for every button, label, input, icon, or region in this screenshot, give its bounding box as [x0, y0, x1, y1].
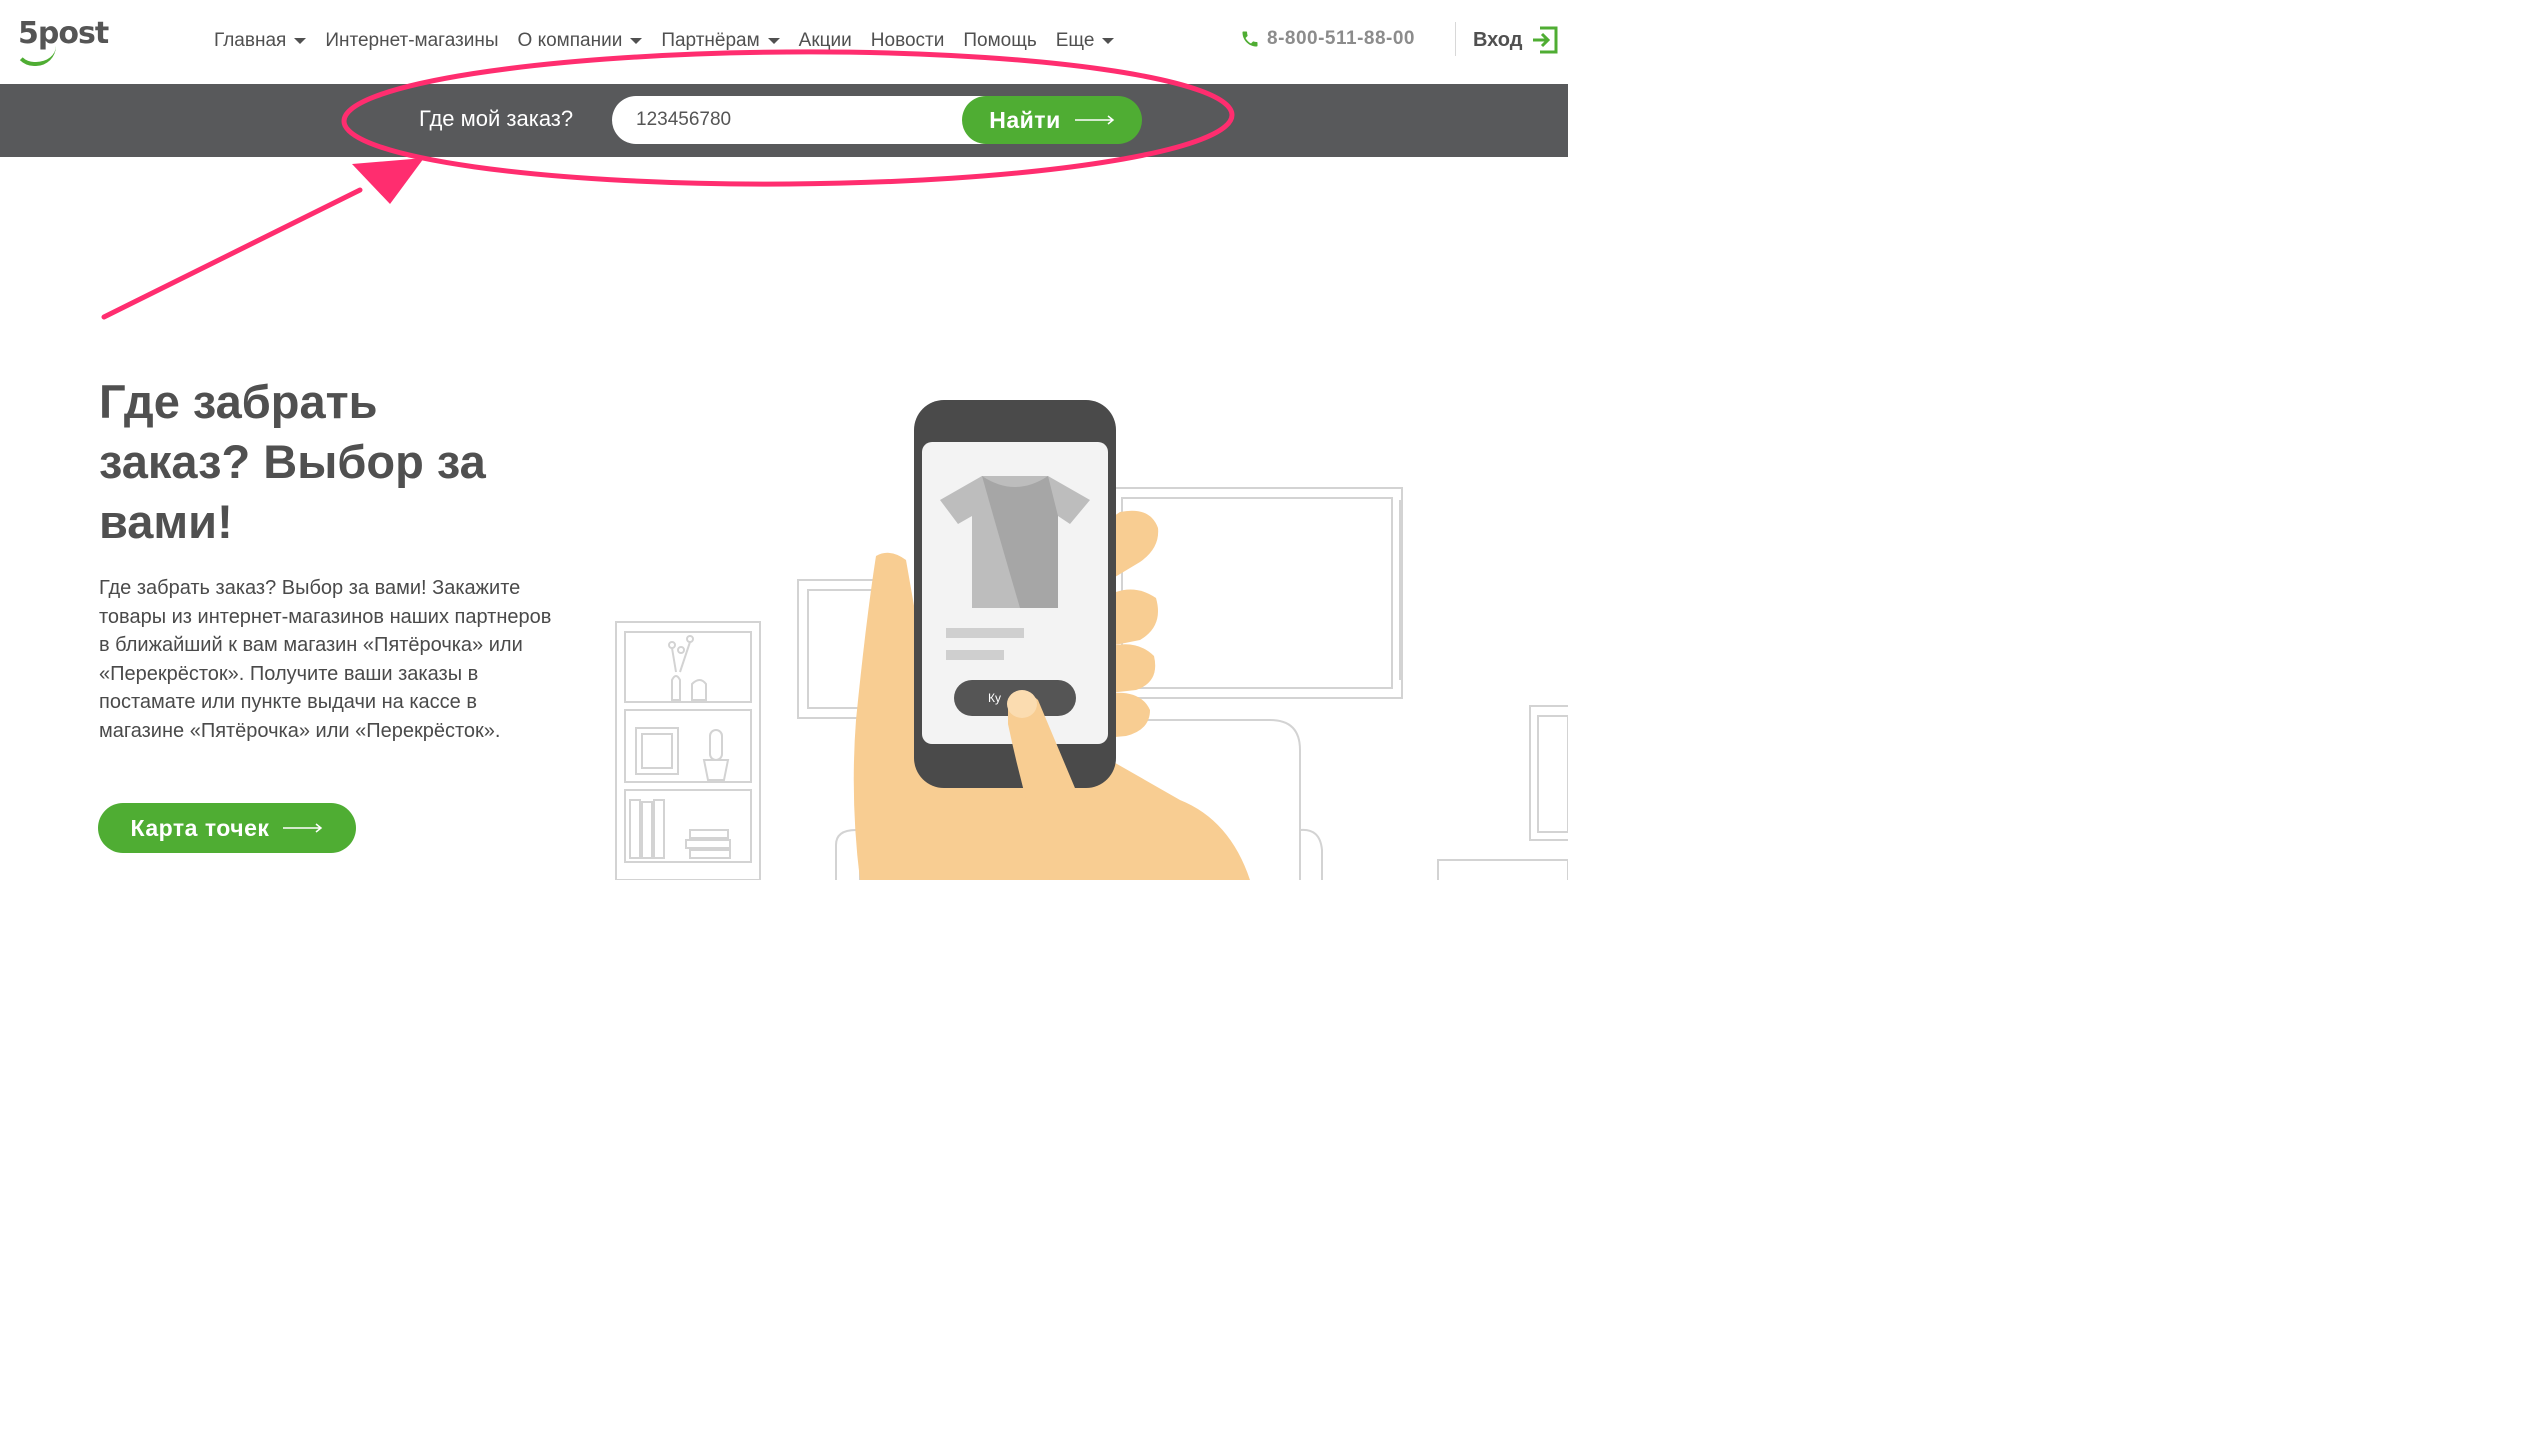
- hero-description: Где забрать заказ? Выбор за вами! Закажи…: [99, 577, 552, 742]
- chevron-down-icon: [767, 38, 780, 44]
- nav-item-label: Помощь: [963, 30, 1037, 51]
- nav-item-partners[interactable]: Партнёрам: [661, 30, 780, 52]
- hero-illustration: Ку: [615, 400, 1568, 880]
- nav-item-home[interactable]: Главная: [214, 30, 307, 52]
- phone-number: 8-800-511-88-00: [1267, 28, 1415, 49]
- map-button-label: Карта точек: [130, 814, 270, 841]
- annotation-arrow-head: [352, 158, 424, 204]
- nav-item-promos[interactable]: Акции: [799, 30, 852, 52]
- points-map-button[interactable]: Карта точек: [98, 803, 356, 853]
- nav-item-shops[interactable]: Интернет-магазины: [325, 30, 498, 52]
- logo[interactable]: 5post: [12, 16, 122, 68]
- tracking-label: Где мой заказ?: [419, 106, 574, 131]
- nav-item-label: Акции: [798, 30, 852, 51]
- nav-item-more[interactable]: Еще: [1056, 30, 1115, 52]
- phone-link[interactable]: 8-800-511-88-00: [1240, 28, 1415, 50]
- nav-item-help[interactable]: Помощь: [963, 30, 1036, 52]
- phone-screen-button-text: Ку: [988, 691, 1001, 705]
- nav-item-label: Интернет-магазины: [325, 30, 499, 51]
- nav-item-about[interactable]: О компании: [518, 30, 643, 52]
- arrow-right-icon: [1074, 115, 1114, 125]
- nav-item-label: Еще: [1055, 30, 1095, 51]
- find-button-label: Найти: [989, 106, 1061, 133]
- nav-item-label: О компании: [517, 30, 623, 51]
- login-button[interactable]: Вход: [1473, 26, 1558, 54]
- login-icon: [1533, 26, 1558, 54]
- site-header: 5post Главная Интернет-магазины О компан…: [0, 0, 1568, 84]
- chevron-down-icon: [1102, 38, 1115, 44]
- find-order-button[interactable]: Найти: [962, 96, 1142, 144]
- phone-icon: [1242, 31, 1258, 47]
- order-number-input[interactable]: [612, 96, 1012, 144]
- nav-item-label: Новости: [870, 30, 945, 51]
- nav-item-news[interactable]: Новости: [871, 30, 945, 52]
- main-nav: Главная Интернет-магазины О компании Пар…: [214, 28, 1133, 54]
- chevron-down-icon: [294, 38, 307, 44]
- login-label: Вход: [1473, 28, 1523, 51]
- hero-title: Где забрать заказ? Выбор за вами!: [99, 375, 486, 548]
- annotation-arrow-shaft: [101, 187, 363, 320]
- chevron-down-icon: [630, 38, 643, 44]
- nav-item-label: Партнёрам: [661, 30, 760, 51]
- arrow-right-icon: [283, 823, 323, 833]
- header-divider: [1455, 22, 1456, 56]
- nav-item-label: Главная: [214, 30, 287, 51]
- logo-text: 5post: [18, 16, 109, 51]
